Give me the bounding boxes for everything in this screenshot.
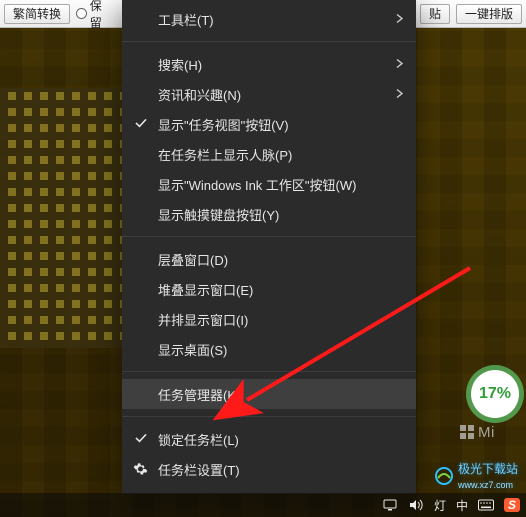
menu-cascade-label: 层叠窗口(D) (158, 250, 228, 269)
tray-ime-lang[interactable]: 中 (456, 497, 468, 514)
menu-news-interests[interactable]: 资讯和兴趣(N) (122, 79, 416, 109)
radio-dot-icon (76, 8, 87, 19)
menu-side-by-side[interactable]: 并排显示窗口(I) (122, 304, 416, 334)
menu-separator (122, 236, 416, 237)
menu-task-manager-label: 任务管理器(K) (158, 385, 240, 404)
tray-keyboard-icon[interactable] (478, 497, 494, 513)
menu-taskbar-settings[interactable]: 任务栏设置(T) (122, 454, 416, 484)
submenu-arrow-icon (396, 87, 404, 102)
check-icon (134, 431, 148, 445)
menu-show-desktop[interactable]: 显示桌面(S) (122, 334, 416, 364)
menu-toolbars-label: 工具栏(T) (158, 10, 214, 29)
menu-stack-windows[interactable]: 堆叠显示窗口(E) (122, 274, 416, 304)
wallpaper-maze-pattern (0, 88, 122, 348)
keep-radio[interactable]: 保留 (76, 0, 113, 31)
status-percent-badge[interactable]: 17% (471, 370, 519, 418)
menu-show-task-view[interactable]: 显示"任务视图"按钮(V) (122, 109, 416, 139)
tray-sogou-icon[interactable]: S (504, 498, 520, 512)
site-logo-icon (434, 466, 454, 486)
menu-show-task-view-label: 显示"任务视图"按钮(V) (158, 115, 289, 134)
menu-show-ink-label: 显示"Windows Ink 工作区"按钮(W) (158, 175, 356, 194)
submenu-arrow-icon (396, 57, 404, 72)
menu-taskbar-settings-label: 任务栏设置(T) (158, 460, 240, 479)
microsoft-text-fragment: Mi (478, 424, 495, 441)
tray-volume-icon[interactable] (408, 497, 424, 513)
menu-show-desktop-label: 显示桌面(S) (158, 340, 227, 359)
menu-show-people[interactable]: 在任务栏上显示人脉(P) (122, 139, 416, 169)
taskbar-context-menu: 工具栏(T) 搜索(H) 资讯和兴趣(N) (122, 0, 416, 494)
menu-task-manager[interactable]: 任务管理器(K) (122, 379, 416, 409)
menu-show-touch-keyboard-label: 显示触摸键盘按钮(Y) (158, 205, 279, 224)
tray-monitor-icon[interactable] (382, 497, 398, 513)
menu-news-label: 资讯和兴趣(N) (158, 85, 241, 104)
menu-separator (122, 371, 416, 372)
gear-icon (133, 462, 148, 477)
menu-toolbars[interactable]: 工具栏(T) (122, 4, 416, 34)
menu-search-label: 搜索(H) (158, 55, 202, 74)
check-icon (134, 116, 148, 130)
status-percent-label: 17% (479, 385, 511, 403)
tray-ime-indicator[interactable]: 灯 (434, 497, 446, 514)
menu-search[interactable]: 搜索(H) (122, 49, 416, 79)
menu-show-touch-keyboard[interactable]: 显示触摸键盘按钮(Y) (122, 199, 416, 229)
menu-cascade-windows[interactable]: 层叠窗口(D) (122, 244, 416, 274)
menu-show-ink[interactable]: 显示"Windows Ink 工作区"按钮(W) (122, 169, 416, 199)
watermark-text: 极光下载站 (458, 462, 518, 476)
submenu-arrow-icon (396, 12, 404, 27)
microsoft-logo: Mi (460, 420, 520, 444)
site-watermark: 极光下载站 www.xz7.com (434, 460, 518, 491)
paste-button-fragment[interactable]: 贴 (420, 4, 450, 24)
keep-radio-label: 保留 (90, 0, 113, 31)
convert-button[interactable]: 繁简转换 (4, 4, 70, 24)
autolayout-button[interactable]: 一键排版 (456, 4, 522, 24)
menu-lock-taskbar-label: 锁定任务栏(L) (158, 430, 239, 449)
menu-lock-taskbar[interactable]: 锁定任务栏(L) (122, 424, 416, 454)
menu-stack-label: 堆叠显示窗口(E) (158, 280, 253, 299)
menu-side-by-side-label: 并排显示窗口(I) (158, 310, 248, 329)
windows-logo-icon (460, 425, 474, 439)
watermark-domain: www.xz7.com (458, 480, 513, 490)
menu-separator (122, 416, 416, 417)
taskbar[interactable]: 灯 中 S (0, 493, 526, 517)
menu-show-people-label: 在任务栏上显示人脉(P) (158, 145, 292, 164)
menu-separator (122, 41, 416, 42)
